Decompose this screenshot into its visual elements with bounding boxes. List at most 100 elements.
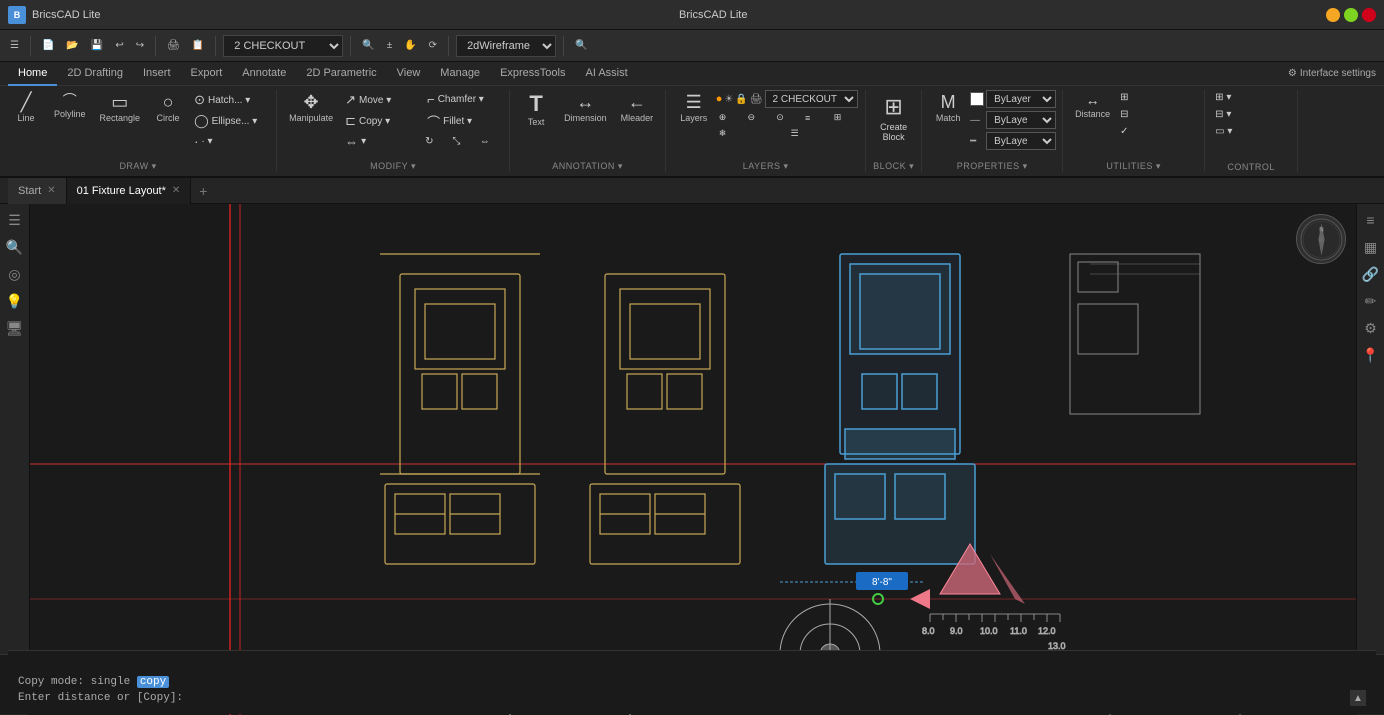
tab-view[interactable]: View xyxy=(387,62,431,86)
mleader-button[interactable]: ← Mleader xyxy=(615,90,660,126)
linetype-select[interactable]: ByLaye xyxy=(986,111,1056,129)
block-label: BLOCK ▾ xyxy=(873,161,914,172)
workspace-select[interactable]: 2dWireframe xyxy=(456,35,556,57)
ctrl-btn3[interactable]: ▭ ▾ xyxy=(1211,124,1291,139)
add-tab-button[interactable]: + xyxy=(191,183,215,199)
tab-fixture-layout[interactable]: 01 Fixture Layout* ✕ xyxy=(67,178,192,204)
tab-annotate[interactable]: Annotate xyxy=(232,62,296,86)
right-btn-link[interactable]: 🔗 xyxy=(1359,262,1383,286)
layer-state[interactable]: ☰ xyxy=(788,127,858,140)
lineweight-select[interactable]: ByLaye xyxy=(986,132,1056,150)
tab-home[interactable]: Home xyxy=(8,62,57,86)
close-button[interactable] xyxy=(1362,8,1376,22)
ctrl-btn2[interactable]: ⊟ ▾ xyxy=(1211,107,1291,122)
util-btn2[interactable]: ⊟ xyxy=(1118,107,1198,122)
cmd-input-field[interactable] xyxy=(183,692,1350,704)
stretch-button[interactable]: ⇔ ▾ xyxy=(341,132,421,151)
tab-2d-drafting[interactable]: 2D Drafting xyxy=(57,62,133,86)
layer-btn4[interactable]: ≡ xyxy=(802,112,829,124)
file-select[interactable]: 2 CHECKOUT xyxy=(223,35,343,57)
rotate-button[interactable]: ↻ xyxy=(423,134,448,149)
sidebar-layers-btn[interactable]: ◎ xyxy=(3,262,27,286)
polyline-button[interactable]: ⌒ Polyline xyxy=(48,90,92,122)
util-btn1[interactable]: ⊞ xyxy=(1118,90,1198,105)
sidebar-light-btn[interactable]: 💡 xyxy=(3,289,27,313)
layer-select[interactable]: 2 CHECKOUT xyxy=(765,90,858,108)
copy-modify-button[interactable]: ⊏ Copy ▾ xyxy=(341,111,421,131)
print-button[interactable]: 🖨 xyxy=(163,35,184,57)
tab-manage[interactable]: Manage xyxy=(430,62,490,86)
undo-button[interactable]: ↩ xyxy=(111,35,127,57)
line-button[interactable]: ╱ Line xyxy=(6,90,46,126)
rotate-icon: ↻ xyxy=(425,136,433,147)
layer-btn1[interactable]: ⊕ xyxy=(716,111,743,124)
cmd-scroll-button[interactable]: ▲ xyxy=(1350,690,1366,706)
right-btn-settings[interactable]: ⚙ xyxy=(1359,316,1383,340)
sidebar-display-btn[interactable]: 🖥 xyxy=(3,316,27,340)
maximize-button[interactable] xyxy=(1344,8,1358,22)
tab-start-label: Start xyxy=(18,185,41,197)
menu-button[interactable]: ☰ xyxy=(6,35,23,57)
ellipse-button[interactable]: ◯ Ellipse... ▾ xyxy=(190,111,270,131)
circle-button[interactable]: ○ Circle xyxy=(148,90,188,126)
util-btn3[interactable]: ✓ xyxy=(1118,124,1198,139)
dimension-button[interactable]: ↔ Dimension xyxy=(558,90,613,126)
search-button[interactable]: 🔍 xyxy=(571,35,591,57)
canvas-area[interactable]: 8'-8" xyxy=(30,204,1356,715)
point-icon: · xyxy=(194,134,198,149)
orbit-button[interactable]: ⟳ xyxy=(425,35,441,57)
open-button[interactable]: 📂 xyxy=(62,35,82,57)
draw-group-items: ╱ Line ⌒ Polyline ▭ Rectangle ○ Circle xyxy=(6,90,270,159)
distance-icon: ↔ xyxy=(1086,93,1100,107)
scale-button[interactable]: ⤡ xyxy=(450,134,475,149)
tab-ai-assist[interactable]: AI Assist xyxy=(575,62,637,86)
right-btn-grid[interactable]: ▦ xyxy=(1359,235,1383,259)
hatch-button[interactable]: ⊙ Hatch... ▾ xyxy=(190,90,270,110)
layer-btn5[interactable]: ⊞ xyxy=(831,111,858,124)
util-icons: ⊞ ⊟ ✓ xyxy=(1118,90,1198,139)
chamfer-button[interactable]: ⌐ Chamfer ▾ xyxy=(423,90,503,109)
new-button[interactable]: 📄 xyxy=(38,35,58,57)
zoom-button[interactable]: 🔍 xyxy=(358,35,378,57)
color-row: ByLayer xyxy=(970,90,1056,108)
window-controls[interactable] xyxy=(1326,8,1376,22)
pan-button[interactable]: ✋ xyxy=(400,35,420,57)
cmd-prompt-text: Enter distance or [Copy]: xyxy=(18,692,183,704)
interface-settings-button[interactable]: ⚙ Interface settings xyxy=(1288,68,1376,79)
minimize-button[interactable] xyxy=(1326,8,1340,22)
text-button[interactable]: T Text xyxy=(516,90,556,130)
ctrl-btn1[interactable]: ⊞ ▾ xyxy=(1211,90,1291,105)
sidebar-model-btn[interactable]: ☰ xyxy=(3,208,27,232)
copy-button[interactable]: 📋 xyxy=(188,35,208,57)
layer-btn2[interactable]: ⊖ xyxy=(745,111,772,124)
layer-btn3[interactable]: ⊙ xyxy=(773,111,800,124)
tab-start-close[interactable]: ✕ xyxy=(47,185,55,196)
fillet-button[interactable]: ⌒ Fillet ▾ xyxy=(423,110,503,133)
svg-text:12.0: 12.0 xyxy=(1038,626,1056,636)
tab-expresstools[interactable]: ExpressTools xyxy=(490,62,575,86)
tab-export[interactable]: Export xyxy=(181,62,233,86)
right-btn-menu[interactable]: ≡ xyxy=(1359,208,1383,232)
right-btn-edit[interactable]: ✏ xyxy=(1359,289,1383,313)
point-button[interactable]: · · ▾ xyxy=(190,132,270,151)
tab-fixture-close[interactable]: ✕ xyxy=(172,185,180,196)
tab-insert[interactable]: Insert xyxy=(133,62,181,86)
rectangle-button[interactable]: ▭ Rectangle xyxy=(94,90,147,126)
redo-button[interactable]: ↪ xyxy=(132,35,148,57)
tab-start[interactable]: Start ✕ xyxy=(8,178,67,204)
manipulate-button[interactable]: ✥ Manipulate xyxy=(283,90,339,126)
right-btn-pin[interactable]: 📍 xyxy=(1359,343,1383,367)
zoom-realtime[interactable]: ± xyxy=(383,35,397,57)
control-items: ⊞ ▾ ⊟ ▾ ▭ ▾ xyxy=(1211,90,1291,139)
layer-freeze[interactable]: ❄ xyxy=(716,127,786,140)
sidebar-search-btn[interactable]: 🔍 xyxy=(3,235,27,259)
match-button[interactable]: M Match xyxy=(928,90,968,126)
mirror-button[interactable]: ⇔ xyxy=(478,134,503,149)
create-block-button[interactable]: ⊞ CreateBlock xyxy=(872,90,915,146)
move-button[interactable]: ↗ Move ▾ xyxy=(341,90,421,110)
layers-button[interactable]: ☰ Layers xyxy=(674,90,714,126)
color-select[interactable]: ByLayer xyxy=(986,90,1056,108)
save-button[interactable]: 💾 xyxy=(87,35,107,57)
tab-2d-parametric[interactable]: 2D Parametric xyxy=(296,62,386,86)
distance-button[interactable]: ↔ Distance xyxy=(1069,90,1116,122)
